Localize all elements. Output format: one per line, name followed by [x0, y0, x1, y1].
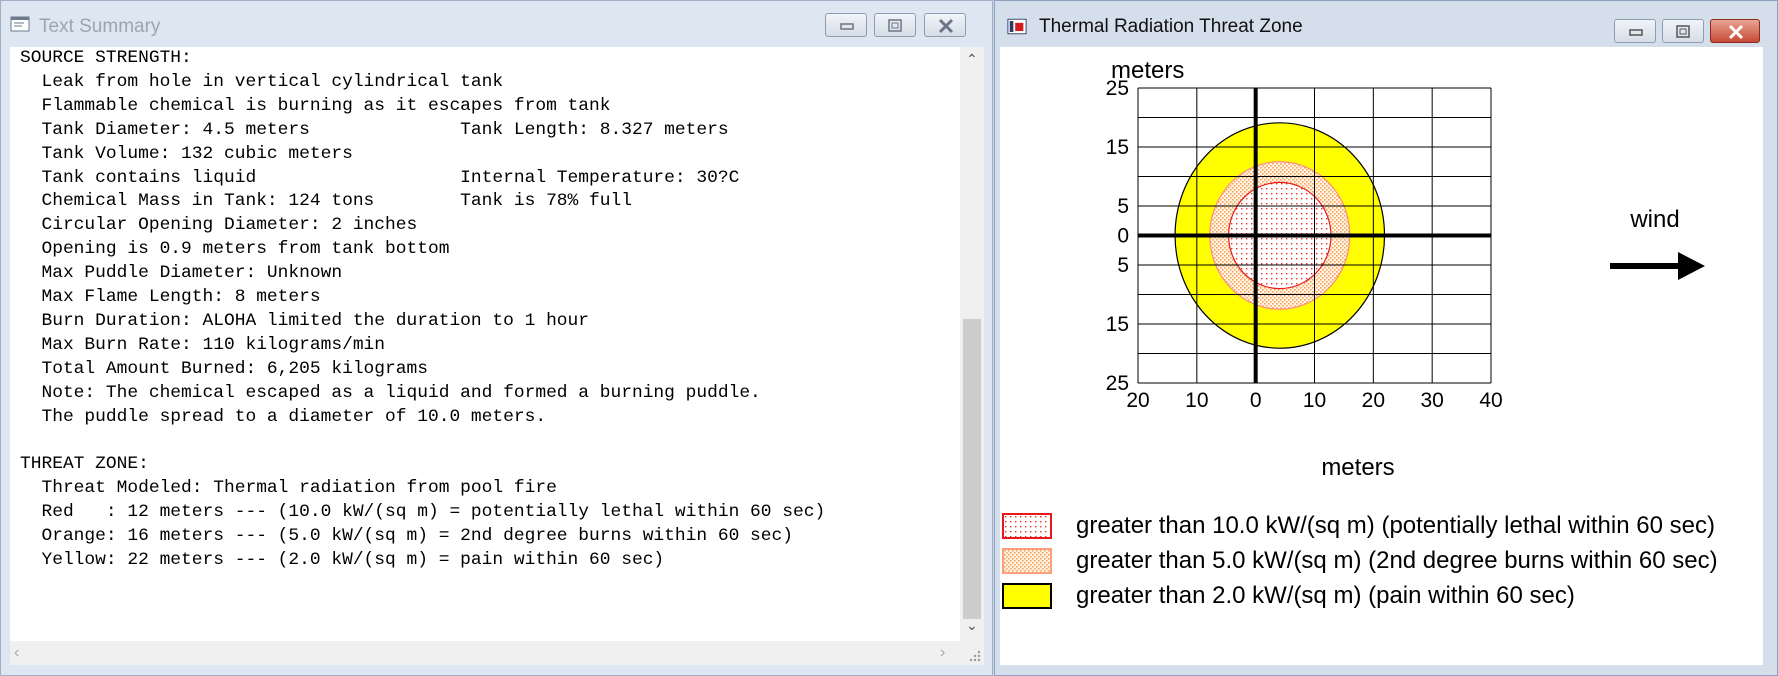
- legend-label-red: greater than 10.0 kW/(sq m) (potentially…: [1076, 512, 1715, 539]
- minimize-button[interactable]: [1614, 19, 1656, 43]
- summary-text: SOURCE STRENGTH: Leak from hole in verti…: [20, 48, 826, 571]
- scrollbar-thumb[interactable]: [963, 319, 981, 619]
- window-title: Thermal Radiation Threat Zone: [1039, 16, 1303, 37]
- scroll-left-icon[interactable]: ‹: [14, 644, 19, 662]
- legend-swatch-red: [1002, 513, 1052, 539]
- title-bar[interactable]: Text Summary: [1, 1, 992, 47]
- x-tick-label: 20: [1126, 389, 1149, 412]
- maximize-icon: [888, 19, 902, 32]
- scroll-up-icon[interactable]: ⌃: [966, 51, 978, 68]
- close-button[interactable]: [1710, 19, 1760, 43]
- maximize-button[interactable]: [874, 13, 916, 37]
- legend-swatch-orange: [1002, 548, 1052, 574]
- minimize-icon: [1629, 29, 1643, 36]
- title-bar[interactable]: Thermal Radiation Threat Zone: [995, 1, 1777, 47]
- legend-label-orange: greater than 5.0 kW/(sq m) (2nd degree b…: [1076, 547, 1718, 574]
- x-tick-label: 10: [1185, 389, 1208, 412]
- y-tick-label: 15: [1106, 313, 1129, 336]
- wind-label: wind: [1629, 206, 1679, 233]
- threat-zone-window: Thermal Radiation Threat Zone 20 10 0 10…: [994, 0, 1778, 676]
- maximize-button[interactable]: [1662, 19, 1704, 43]
- text-summary-content[interactable]: SOURCE STRENGTH: Leak from hole in verti…: [10, 47, 960, 641]
- threat-zone-plot: 20 10 0 10 20 30 40 25 15 5 0 5 15 25 meters meters w…: [1000, 47, 1763, 665]
- app-icon: [10, 16, 30, 32]
- y-tick-label: 15: [1106, 136, 1129, 159]
- chart-grid: [1137, 87, 1492, 384]
- y-tick-label: 5: [1117, 254, 1129, 277]
- minimize-icon: [840, 23, 854, 30]
- resize-grip-icon: [969, 650, 981, 662]
- x-tick-label: 0: [1250, 389, 1262, 412]
- vertical-scrollbar[interactable]: ⌃ ⌄: [960, 47, 984, 641]
- wind-arrow-icon: [1610, 252, 1705, 280]
- scroll-right-icon[interactable]: ›: [940, 644, 945, 662]
- horizontal-scrollbar[interactable]: ‹ ›: [10, 641, 960, 665]
- y-tick-label: 5: [1117, 195, 1129, 218]
- x-axis-label: meters: [1321, 454, 1394, 481]
- text-summary-window: Text Summary SOURCE STRENGTH: Leak from …: [0, 0, 993, 676]
- y-tick-label: 25: [1106, 372, 1129, 395]
- legend-label-yellow: greater than 2.0 kW/(sq m) (pain within …: [1076, 582, 1575, 609]
- window-title: Text Summary: [39, 16, 161, 37]
- scroll-down-icon[interactable]: ⌄: [966, 617, 978, 634]
- minimize-button[interactable]: [825, 13, 867, 37]
- y-tick-label: 0: [1117, 225, 1129, 248]
- close-button[interactable]: [924, 13, 966, 37]
- close-icon: [938, 18, 954, 34]
- y-axis-label: meters: [1111, 57, 1184, 84]
- close-icon: [1728, 24, 1744, 40]
- x-tick-label: 10: [1303, 389, 1326, 412]
- x-tick-label: 30: [1420, 389, 1443, 412]
- x-tick-label: 40: [1479, 389, 1502, 412]
- x-tick-label: 20: [1362, 389, 1385, 412]
- resize-grip[interactable]: [960, 641, 984, 665]
- maximize-icon: [1676, 25, 1690, 38]
- aloha-app-icon: [1007, 18, 1027, 35]
- legend-swatch-yellow: [1002, 583, 1052, 609]
